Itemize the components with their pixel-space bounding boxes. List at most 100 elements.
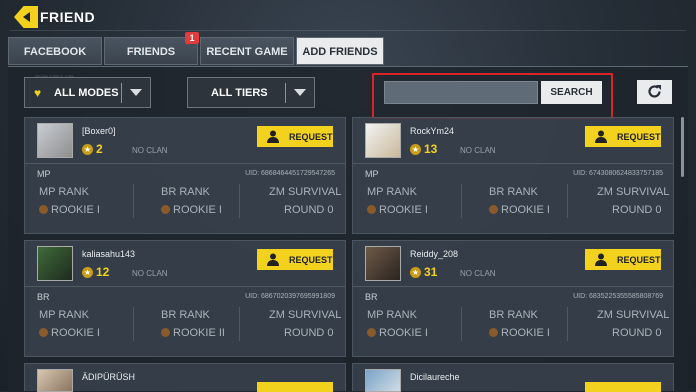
player-level: 2 <box>96 142 103 156</box>
player-mode: BR <box>365 292 378 302</box>
tab-label: ADD FRIENDS <box>302 46 378 58</box>
request-label: REQUEST <box>289 132 333 142</box>
rank-icon <box>39 205 48 214</box>
column-divider <box>567 184 568 218</box>
rank-icon <box>161 328 170 337</box>
stat-label: MP RANK <box>367 186 417 198</box>
refresh-button[interactable] <box>637 80 672 104</box>
request-button[interactable]: REQUEST <box>585 126 661 147</box>
player-mode: MP <box>37 169 51 179</box>
dropdown-separator <box>285 83 286 103</box>
avatar <box>37 246 73 281</box>
tab-add-friends[interactable]: ADD FRIENDS <box>296 37 384 65</box>
player-card: [Boxer0] ★ 2 NO CLAN REQUEST MP UID: 686… <box>24 117 346 234</box>
rank-icon <box>39 328 48 337</box>
player-card: Reiddy_208 ★ 31 NO CLAN REQUEST BR UID: … <box>352 240 674 357</box>
stat-value: ROUND 0 <box>612 204 662 216</box>
notification-badge: 1 <box>185 32 199 44</box>
avatar <box>365 123 401 158</box>
player-uid: UID: 6867020397695991809 <box>245 293 335 300</box>
player-name: kaliasahu143 <box>82 249 136 259</box>
avatar <box>365 246 401 281</box>
avatar <box>37 369 73 392</box>
rank-icon <box>489 328 498 337</box>
stat-value-text: ROOKIE I <box>379 204 428 216</box>
stat-label: ZM SURVIVAL <box>269 186 342 198</box>
card-divider <box>353 286 673 287</box>
tab-facebook-friend[interactable]: FACEBOOK FRIEND <box>8 37 102 86</box>
refresh-icon <box>648 85 661 98</box>
request-button[interactable]: REQUEST <box>257 126 333 147</box>
player-mode: BR <box>37 292 50 302</box>
column-divider <box>133 307 134 341</box>
stat-label: ZM SURVIVAL <box>597 309 670 321</box>
rank-icon <box>367 328 376 337</box>
stat-label: MP RANK <box>39 309 89 321</box>
add-person-icon <box>267 253 279 266</box>
player-level: 12 <box>96 265 110 279</box>
player-card: ÄDIPÜRÜSH <box>24 363 346 392</box>
add-person-icon <box>595 130 607 143</box>
stat-value: ROOKIE I <box>489 204 550 216</box>
player-clan: NO CLAN <box>460 269 496 278</box>
avatar <box>37 123 73 158</box>
search-input[interactable] <box>384 81 538 104</box>
column-divider <box>239 184 240 218</box>
search-button[interactable]: SEARCH <box>541 81 602 104</box>
stat-value-text: ROOKIE I <box>51 327 100 339</box>
chevron-down-icon <box>294 89 306 96</box>
player-name: Reiddy_208 <box>410 249 459 259</box>
player-uid: UID: 6868464451729547265 <box>245 170 335 177</box>
scrollbar[interactable] <box>681 117 684 177</box>
player-clan: NO CLAN <box>132 269 168 278</box>
stat-label: MP RANK <box>39 186 89 198</box>
player-name: RockYm24 <box>410 126 455 136</box>
column-divider <box>133 184 134 218</box>
tab-label: RECENT GAME <box>206 46 288 58</box>
tiers-dropdown[interactable]: ALL TIERS <box>187 77 315 108</box>
stat-value-text: ROOKIE I <box>51 204 100 216</box>
request-button[interactable]: REQUEST <box>585 249 661 270</box>
top-bar: FRIEND <box>0 0 696 36</box>
stat-value: ROUND 0 <box>284 204 334 216</box>
player-mode: MP <box>365 169 379 179</box>
request-label: REQUEST <box>617 255 661 265</box>
stat-label: BR RANK <box>161 309 210 321</box>
player-level: 13 <box>424 142 438 156</box>
heart-icon: ♥ <box>34 86 42 100</box>
stat-value: ROOKIE I <box>39 204 100 216</box>
modes-dropdown[interactable]: ♥ ALL MODES <box>24 77 151 108</box>
request-label: REQUEST <box>289 255 333 265</box>
tab-recent-game[interactable]: RECENT GAME <box>200 37 294 65</box>
request-button[interactable]: REQUEST <box>257 249 333 270</box>
dropdown-separator <box>121 83 122 103</box>
stat-value: ROUND 0 <box>284 327 334 339</box>
player-name: Dicilaureche <box>410 372 460 382</box>
back-arrow-icon[interactable] <box>14 6 38 28</box>
star-icon: ★ <box>82 144 93 155</box>
star-icon: ★ <box>82 267 93 278</box>
stat-value-text: ROOKIE I <box>379 327 428 339</box>
player-card: kaliasahu143 ★ 12 NO CLAN REQUEST BR UID… <box>24 240 346 357</box>
add-person-icon <box>267 130 279 143</box>
stat-value-text: ROOKIE I <box>501 204 550 216</box>
player-name: [Boxer0] <box>82 126 116 136</box>
tiers-selected-value: ALL TIERS <box>211 87 268 99</box>
tab-label: FRIENDS <box>126 46 176 58</box>
player-clan: NO CLAN <box>132 146 168 155</box>
stat-label: ZM SURVIVAL <box>597 186 670 198</box>
modes-selected-value: ALL MODES <box>54 87 119 99</box>
card-divider <box>25 286 345 287</box>
player-clan: NO CLAN <box>460 146 496 155</box>
player-name: ÄDIPÜRÜSH <box>82 372 136 382</box>
tab-friends[interactable]: FRIENDS 1 <box>104 32 199 65</box>
stat-value: ROOKIE II <box>161 327 225 339</box>
player-card: Dicilaureche <box>352 363 674 392</box>
chevron-down-icon <box>130 89 142 96</box>
stat-value: ROUND 0 <box>612 327 662 339</box>
card-divider <box>353 163 673 164</box>
stat-value-text: ROOKIE I <box>501 327 550 339</box>
stat-value-text: ROOKIE I <box>173 204 222 216</box>
stat-value: ROOKIE I <box>367 327 428 339</box>
tab-bar: FACEBOOK FRIEND FRIENDS 1 RECENT GAME ADD… <box>8 32 386 86</box>
